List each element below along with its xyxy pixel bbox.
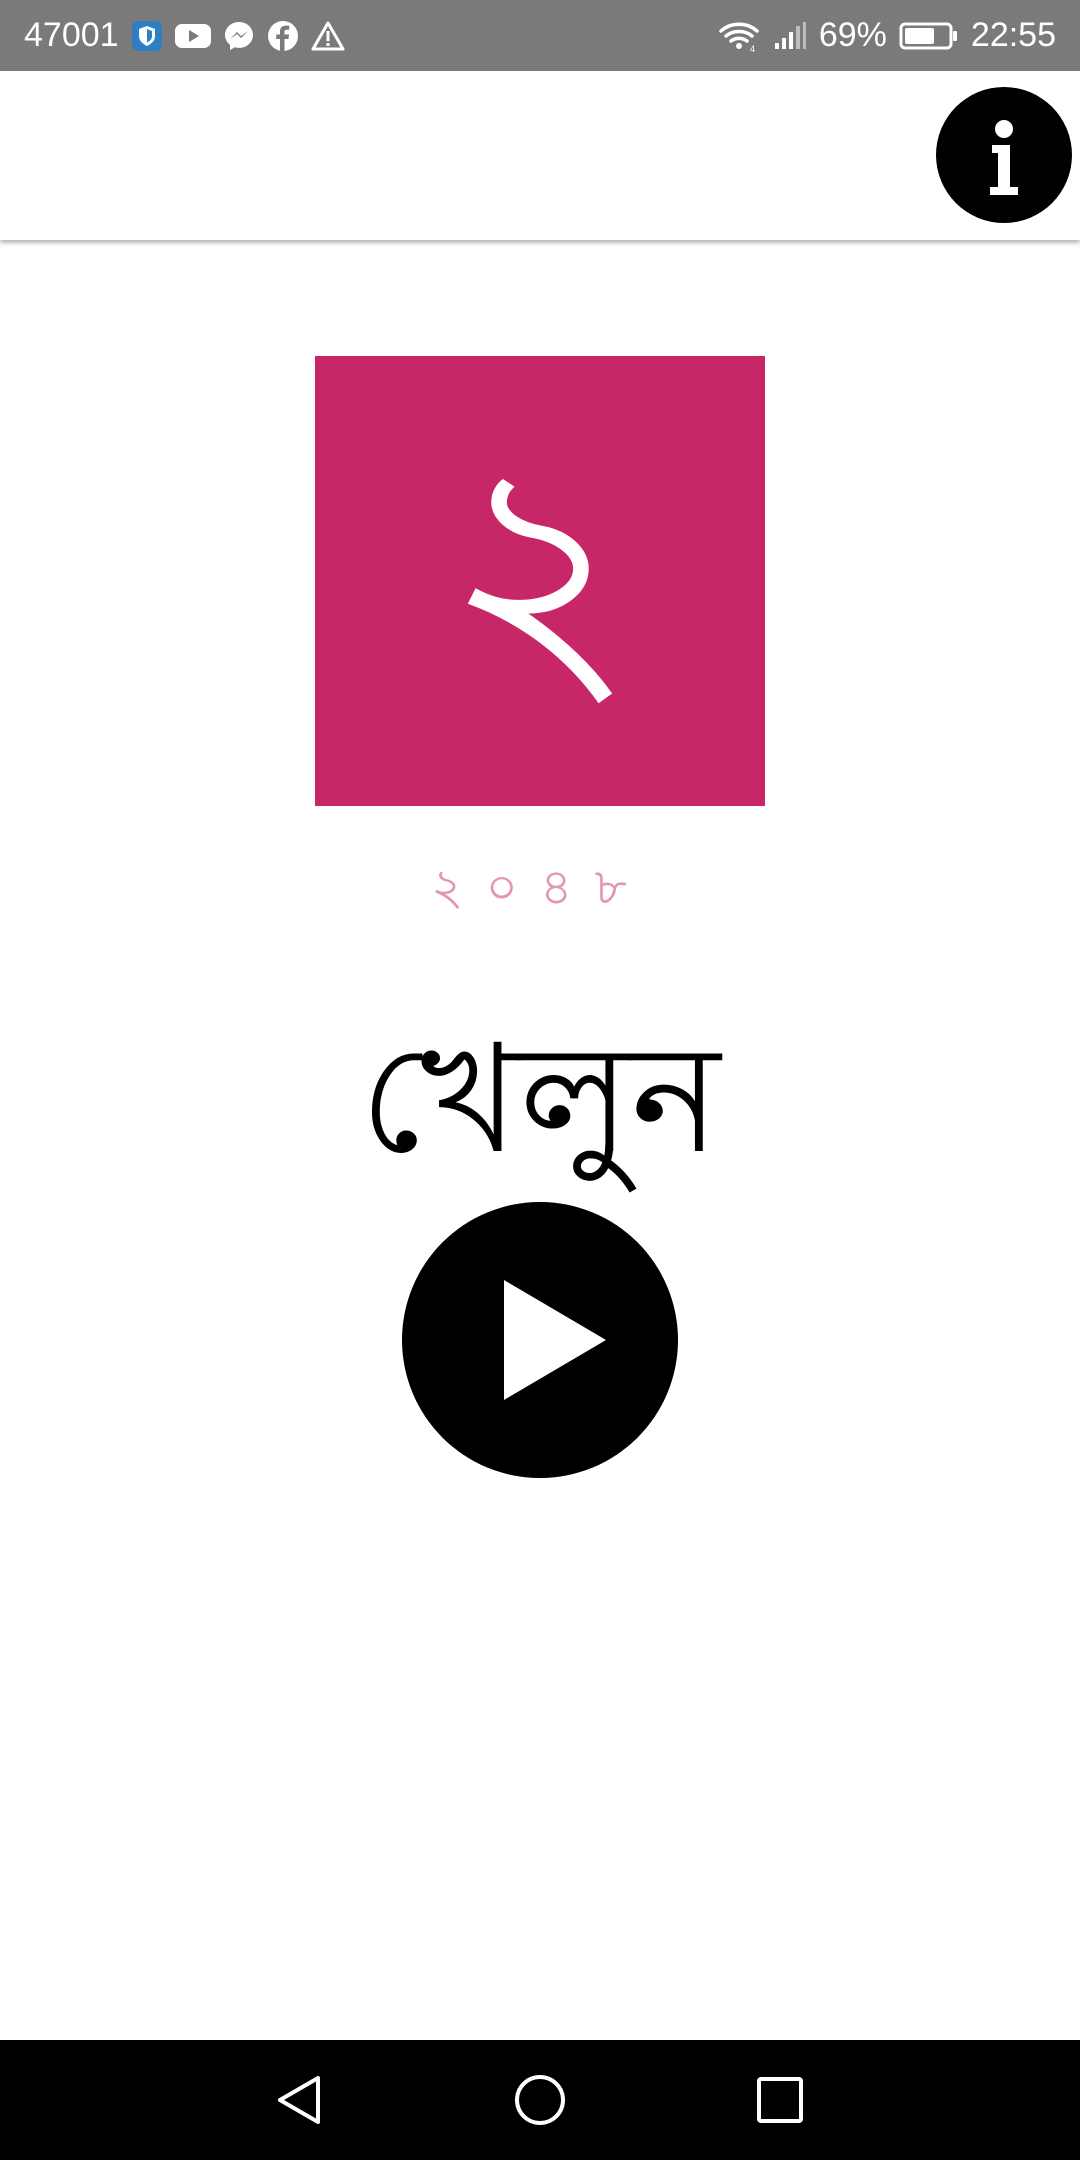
play-icon xyxy=(504,1280,606,1400)
recents-icon xyxy=(757,2077,803,2123)
home-icon xyxy=(515,2075,565,2125)
score: ২০৪৮ xyxy=(431,858,649,916)
shield-icon xyxy=(131,20,163,52)
tile-value-graphic: ২ xyxy=(442,396,637,745)
svg-text:4: 4 xyxy=(750,44,755,53)
recents-button[interactable] xyxy=(740,2060,820,2140)
back-button[interactable] xyxy=(260,2060,340,2140)
tile-value: ২ xyxy=(442,396,637,745)
notification-count: 47001 xyxy=(24,16,119,54)
info-button[interactable] xyxy=(936,87,1072,223)
status-left: 47001 xyxy=(24,16,345,55)
back-icon xyxy=(278,2076,320,2124)
battery-icon xyxy=(899,21,959,51)
clock: 22:55 xyxy=(970,16,1056,54)
facebook-icon xyxy=(267,20,299,52)
game-tile[interactable]: ২ xyxy=(315,356,765,806)
battery-percent: 69% xyxy=(818,16,887,54)
info-icon xyxy=(990,120,1018,195)
app-bar xyxy=(0,71,1080,240)
wifi-icon: 4 xyxy=(717,19,761,53)
home-button[interactable] xyxy=(500,2060,580,2140)
warning-icon xyxy=(311,21,345,51)
signal-icon xyxy=(773,21,807,51)
status-right: 4 69% 22:55 xyxy=(717,16,1056,55)
play-label: খেলুন xyxy=(359,1013,721,1187)
messenger-icon xyxy=(223,20,255,52)
youtube-icon xyxy=(174,22,211,50)
navigation-bar xyxy=(0,2040,1080,2160)
play-button[interactable] xyxy=(402,1202,678,1478)
status-bar: 47001 4 69% 22:55 xyxy=(0,0,1080,71)
